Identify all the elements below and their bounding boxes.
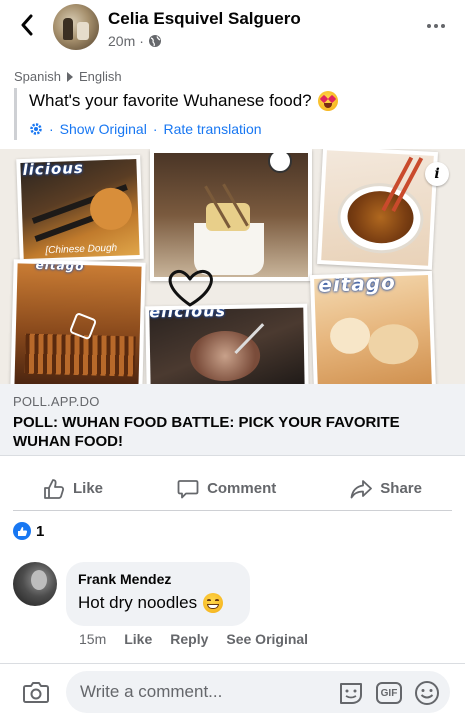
link-info[interactable]: POLL.APP.DO POLL: WUHAN FOOD BATTLE: PIC… [0, 384, 465, 456]
back-button[interactable] [14, 12, 40, 38]
sticker-icon[interactable] [338, 680, 364, 706]
food-photo [316, 149, 439, 270]
food-photo: eitago [309, 270, 437, 384]
link-domain: POLL.APP.DO [13, 394, 100, 409]
camera-icon [23, 682, 49, 703]
translated-post: What's your favorite Wuhanese food? · Sh… [14, 88, 454, 140]
share-label: Share [380, 480, 422, 497]
comment-composer: GIF [0, 663, 465, 719]
meta-separator: · [139, 33, 144, 49]
more-options-button[interactable] [425, 16, 447, 36]
speech-bubble-icon [177, 479, 199, 498]
food-photo: elicious [145, 303, 309, 384]
comment-see-original-button[interactable]: See Original [226, 631, 308, 647]
heart-eyes-emoji-icon [317, 91, 338, 111]
comment-text: Hot dry noodles [78, 593, 238, 613]
comment-button[interactable]: Comment [177, 478, 276, 500]
reaction-count: 1 [36, 522, 45, 540]
grinning-emoji-icon [203, 593, 224, 613]
comment-like-button[interactable]: Like [124, 631, 152, 647]
comment-time: 15m [79, 631, 107, 647]
post-text: What's your favorite Wuhanese food? [29, 91, 454, 111]
source-language: Spanish [14, 69, 61, 84]
gif-icon[interactable]: GIF [376, 682, 402, 704]
collage-caption: [Chinese Dough [45, 242, 118, 257]
post-time[interactable]: 20m [108, 33, 135, 49]
comment-author[interactable]: Frank Mendez [78, 571, 238, 587]
show-original-link[interactable]: Show Original [60, 121, 147, 137]
comment-reply-button[interactable]: Reply [170, 631, 208, 647]
translation-languages: Spanish English [14, 69, 122, 84]
author-avatar[interactable] [53, 4, 99, 50]
more-dots-icon [427, 24, 431, 28]
gear-icon [30, 123, 42, 135]
heart-doodle [168, 269, 213, 307]
reaction-summary[interactable]: 1 [13, 522, 44, 540]
collage-word: eitago [35, 263, 85, 274]
arrow-right-icon [66, 71, 73, 82]
dot-separator: · [152, 121, 158, 137]
like-label: Like [73, 480, 104, 497]
chevron-left-icon [21, 14, 33, 36]
food-photo: eitago [10, 259, 146, 384]
collage-word: eitago [317, 275, 397, 297]
like-reaction-icon [13, 522, 31, 540]
rate-translation-link[interactable]: Rate translation [164, 121, 262, 137]
post-meta: 20m · [108, 33, 162, 49]
collage-word: licious [22, 159, 85, 179]
food-photo: licious [Chinese Dough [16, 154, 144, 264]
link-title: POLL: WUHAN FOOD BATTLE: PICK YOUR FAVOR… [13, 414, 400, 450]
collage-word: elicious [149, 307, 227, 322]
comment-text-content: Hot dry noodles [78, 593, 198, 612]
emoji-icon[interactable] [414, 680, 440, 706]
globe-icon [148, 35, 161, 47]
post-action-bar: Like Comment Share [13, 467, 452, 511]
thumbs-up-icon [44, 478, 65, 499]
info-icon[interactable]: i [425, 162, 449, 186]
dot-separator: · [49, 121, 54, 137]
translation-actions: · Show Original · Rate translation [29, 121, 454, 137]
comment-bubble[interactable]: Frank Mendez Hot dry noodles [66, 562, 250, 626]
target-language: English [78, 69, 122, 84]
post-header: Celia Esquivel Salguero 20m · [0, 0, 465, 58]
food-photo [150, 149, 312, 281]
commenter-avatar[interactable] [13, 562, 57, 606]
author-name[interactable]: Celia Esquivel Salguero [108, 9, 301, 29]
composer-icons: GIF [338, 680, 440, 706]
post-text-content: What's your favorite Wuhanese food? [29, 91, 312, 110]
comment-label: Comment [207, 480, 277, 497]
like-button[interactable]: Like [43, 478, 103, 500]
share-arrow-icon [350, 479, 373, 498]
link-preview-image[interactable]: licious [Chinese Dough eitago elicious e… [0, 149, 465, 384]
camera-button[interactable] [22, 679, 50, 705]
comment-meta: 15m Like Reply See Original [79, 631, 308, 647]
share-button[interactable]: Share [350, 478, 422, 500]
